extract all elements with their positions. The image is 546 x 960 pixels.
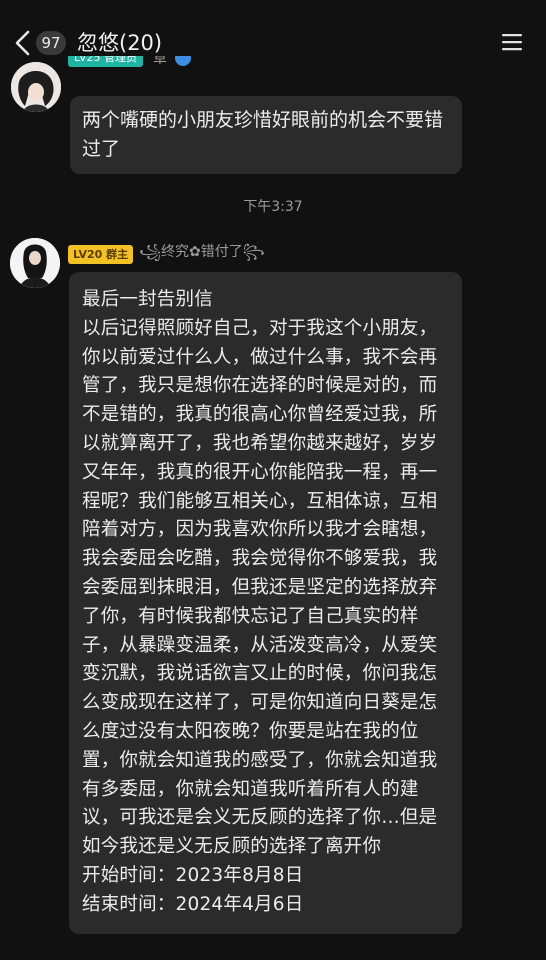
chevron-left-icon[interactable] xyxy=(12,30,34,56)
letter-title: 最后一封告别信 xyxy=(82,289,213,310)
unread-count-badge[interactable]: 97 xyxy=(36,31,66,55)
sender-info: LV20 群主 ꧁终究✿错付了꧂ xyxy=(68,240,265,269)
letter-body: 以后记得照顾好自己，对于我这个小朋友，你以前爱过什么人，做过什么事，我不会再管了… xyxy=(82,317,438,858)
message-text: 两个嘴硬的小朋友珍惜好眼前的机会不要错过了 xyxy=(82,109,444,160)
message-bubble[interactable]: 两个嘴硬的小朋友珍惜好眼前的机会不要错过了 xyxy=(70,96,462,174)
message-bubble[interactable]: 最后一封告别信 以后记得照顾好自己，对于我这个小朋友，你以前爱过什么人，做过什么… xyxy=(69,272,462,934)
sender-name[interactable]: 草 xyxy=(153,56,167,68)
admin-level-badge: LV25 管理员 xyxy=(68,56,143,67)
end-date: 结束时间：2024年4月6日 xyxy=(82,893,304,915)
start-date: 开始时间：2023年8月8日 xyxy=(82,864,304,886)
sender-name[interactable]: ꧁终究✿错付了꧂ xyxy=(139,240,264,269)
hamburger-menu-icon[interactable] xyxy=(500,32,524,52)
avatar[interactable] xyxy=(11,62,61,112)
avatar[interactable] xyxy=(10,238,60,288)
message-timestamp: 下午3:37 xyxy=(243,199,303,215)
verified-badge-icon xyxy=(174,56,191,66)
owner-level-badge: LV20 群主 xyxy=(68,245,134,264)
sender-info: LV25 管理员 草 xyxy=(68,56,268,82)
chat-title: 忽悠(20) xyxy=(77,31,163,55)
